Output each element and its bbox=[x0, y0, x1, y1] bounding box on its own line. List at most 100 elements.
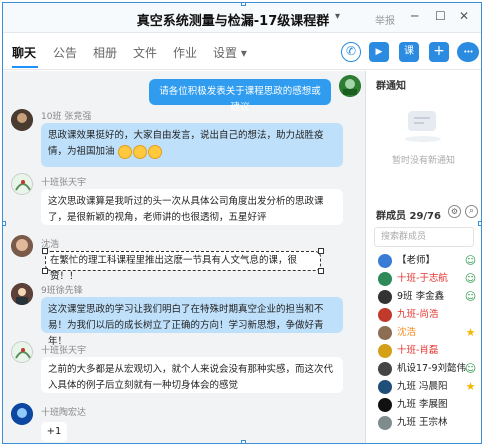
selection-corner bbox=[318, 248, 324, 254]
member-item[interactable]: 九班 冯晨阳 ★ bbox=[378, 379, 478, 395]
member-item[interactable]: 沈浩 ★ bbox=[378, 325, 478, 341]
group-sidebar: 群通知 暂时没有新通知 群成员 29/76 ⚙ ⌕ 搜索群成员 【老师】 ☺ 十班-… bbox=[366, 71, 481, 443]
member-search-input[interactable]: 搜索群成员 bbox=[374, 227, 474, 247]
member-item[interactable]: 9班 李金鑫 ☺ bbox=[378, 289, 478, 305]
tab-homework[interactable]: 作业 bbox=[173, 44, 197, 61]
report-button[interactable]: 举报 bbox=[375, 12, 395, 27]
tab-bar: 聊天 公告 相册 文件 作业 设置 ▾ ✆ ▶ 课 + ••• bbox=[3, 34, 481, 70]
message-bubble-sent[interactable]: 请各位积极发表关于课程思政的感想或建议 bbox=[149, 79, 331, 113]
message-bubble[interactable]: 这次思政课算是我听过的头一次从具体公司角度出发分析的思政课了，是很新颖的视角，老… bbox=[41, 189, 343, 225]
avatar-image bbox=[15, 348, 31, 359]
member-name: 十班-肖磊 bbox=[397, 345, 439, 356]
member-avatar bbox=[378, 344, 392, 358]
admin-star-icon: ★ bbox=[465, 380, 476, 393]
person-icon: ☺ bbox=[464, 254, 477, 267]
member-name: 十班-于志航 bbox=[397, 273, 448, 284]
message-bubble[interactable]: +1 bbox=[41, 422, 67, 442]
message-bubble[interactable]: 这次课堂思政的学习让我们明白了在特殊时期真空企业的担当和不易！为我们以后的成长树… bbox=[41, 297, 343, 347]
member-name: 九班-尚浩 bbox=[397, 309, 439, 320]
title-dropdown-icon[interactable]: ▾ bbox=[335, 11, 340, 22]
chat-window: 真空系统测量与检漏-17级课程群 ▾ 举报 ─ ☐ ✕ 聊天 公告 相册 文件 … bbox=[2, 2, 482, 444]
selection-corner bbox=[42, 248, 48, 254]
avatar-image bbox=[11, 109, 33, 131]
tab-announcement[interactable]: 公告 bbox=[53, 44, 77, 61]
avatar[interactable] bbox=[11, 341, 33, 363]
sender-name[interactable]: 9班徐先锋 bbox=[41, 283, 83, 296]
avatar[interactable] bbox=[11, 235, 33, 257]
member-name: 九班 王宗林 bbox=[397, 417, 448, 428]
member-name: 【老师】 bbox=[397, 255, 436, 266]
classroom-icon[interactable]: 课 bbox=[399, 42, 419, 62]
member-item[interactable]: 十班-肖磊 bbox=[378, 343, 478, 359]
member-name: 机设17-9刘懿伟 bbox=[397, 363, 467, 374]
member-avatar bbox=[378, 380, 392, 394]
member-settings-icon[interactable]: ⚙ bbox=[448, 205, 461, 218]
chat-message-list[interactable]: 请各位积极发表关于课程思政的感想或建议 10班 张竞强 思政课效果挺好的，大家自… bbox=[3, 71, 365, 443]
tab-settings[interactable]: 设置 ▾ bbox=[213, 44, 247, 61]
title-bar: 真空系统测量与检漏-17级课程群 ▾ 举报 ─ ☐ ✕ bbox=[3, 3, 481, 33]
self-avatar-image bbox=[339, 75, 361, 97]
more-options-icon[interactable]: ••• bbox=[457, 42, 479, 62]
member-item[interactable]: 九班 王宗林 bbox=[378, 415, 478, 431]
avatar[interactable] bbox=[11, 283, 33, 305]
self-avatar[interactable] bbox=[339, 75, 361, 97]
maximize-button[interactable]: ☐ bbox=[435, 9, 446, 23]
member-name: 沈浩 bbox=[397, 327, 417, 338]
resize-handle[interactable] bbox=[241, 440, 246, 443]
avatar[interactable] bbox=[11, 109, 33, 131]
sender-name[interactable]: 十班张天宇 bbox=[41, 175, 86, 188]
video-call-icon[interactable]: ▶ bbox=[369, 42, 389, 62]
members-title: 群成员 29/76 bbox=[376, 211, 441, 222]
admin-star-icon: ★ bbox=[465, 326, 476, 339]
member-avatar bbox=[378, 362, 392, 376]
selection-corner bbox=[42, 268, 48, 274]
add-app-icon[interactable]: + bbox=[429, 42, 449, 62]
member-name: 9班 李金鑫 bbox=[397, 291, 445, 302]
resize-handle[interactable] bbox=[478, 221, 481, 226]
selection-corner bbox=[318, 268, 324, 274]
member-name: 九班 冯晨阳 bbox=[397, 381, 448, 392]
member-item[interactable]: 九班-尚浩 bbox=[378, 307, 478, 323]
message-bubble-highlighted[interactable]: 在繁忙的理工科课程里推出这麽一节具有人文气息的课，很赞！！ bbox=[45, 251, 321, 282]
member-item[interactable]: 【老师】 ☺ bbox=[378, 253, 478, 269]
group-title[interactable]: 真空系统测量与检漏-17级课程群 bbox=[113, 10, 353, 29]
notice-empty-text: 暂时没有新通知 bbox=[391, 156, 455, 166]
active-tab-indicator bbox=[12, 66, 38, 68]
message-bubble[interactable]: 之前的大多都是从宏观切入，就个人来说会没有那种实感，而这次代入具体的例子后立刻就… bbox=[41, 357, 343, 393]
emoji-icon bbox=[132, 144, 147, 159]
avatar-image bbox=[11, 403, 33, 425]
avatar-image bbox=[15, 180, 31, 191]
notice-title: 群通知 bbox=[376, 81, 406, 92]
sender-name[interactable]: 十班张天宇 bbox=[41, 343, 86, 356]
minimize-button[interactable]: ─ bbox=[411, 9, 418, 23]
tab-album[interactable]: 相册 bbox=[93, 44, 117, 61]
phone-call-icon[interactable]: ✆ bbox=[341, 42, 361, 62]
sender-name[interactable]: 十班陶宏达 bbox=[41, 405, 86, 418]
person-icon: ☺ bbox=[464, 272, 477, 285]
avatar-image bbox=[11, 283, 33, 305]
avatar[interactable] bbox=[11, 173, 33, 195]
member-search-icon[interactable]: ⌕ bbox=[465, 205, 478, 218]
resize-handle[interactable] bbox=[241, 3, 246, 6]
avatar-image bbox=[11, 235, 33, 257]
tab-chat[interactable]: 聊天 bbox=[12, 44, 36, 61]
member-avatar bbox=[378, 326, 392, 340]
person-icon: ☺ bbox=[464, 290, 477, 303]
member-item[interactable]: 机设17-9刘懿伟 ☺ bbox=[378, 361, 478, 377]
close-button[interactable]: ✕ bbox=[459, 9, 469, 23]
resize-handle[interactable] bbox=[3, 221, 6, 226]
message-bubble[interactable]: 思政课效果挺好的，大家自由发言，说出自己的想法，助力战胜疫情，为祖国加油 bbox=[41, 123, 343, 167]
emoji-icon bbox=[147, 144, 162, 159]
person-icon: ☺ bbox=[464, 362, 477, 375]
member-item[interactable]: 十班-于志航 ☺ bbox=[378, 271, 478, 287]
tab-files[interactable]: 文件 bbox=[133, 44, 157, 61]
message-text: 思政课效果挺好的，大家自由发言，说出自己的想法，助力战胜疫情，为祖国加油 bbox=[48, 130, 324, 157]
member-item[interactable]: 九班 李展图 bbox=[378, 397, 478, 413]
sender-name[interactable]: 10班 张竞强 bbox=[41, 109, 91, 122]
avatar[interactable] bbox=[11, 403, 33, 425]
member-avatar bbox=[378, 416, 392, 430]
emoji-icon bbox=[117, 144, 132, 159]
member-avatar bbox=[378, 398, 392, 412]
empty-notice-icon bbox=[405, 111, 441, 142]
member-avatar bbox=[378, 272, 392, 286]
